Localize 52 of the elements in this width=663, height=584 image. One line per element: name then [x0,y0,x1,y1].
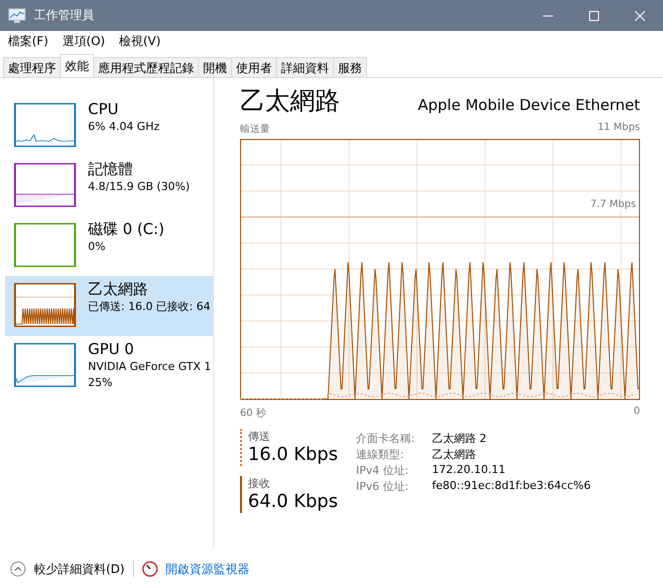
axis-max-label: 11 Mbps [598,122,640,135]
property-value: 乙太網路 2 [432,431,488,446]
tab[interactable]: 處理程序 [3,57,61,77]
menu-item[interactable]: 檢視(V) [119,32,161,50]
device-stats: 6% 4.04 GHz [88,119,160,135]
sidebar-item[interactable]: CPU 6% 4.04 GHz [5,96,213,156]
maximize-icon[interactable] [589,10,599,20]
device-name: 記憶體 [88,160,134,179]
device-name: GPU 0 [88,340,135,359]
property-label: IPv4 位址: [356,463,410,478]
device-stats: NVIDIA GeForce GTX 1 [88,359,212,375]
device-name: CPU [88,100,120,119]
gauge-icon [142,561,158,577]
fewer-details-button[interactable]: 較少詳細資料(D) [10,560,125,578]
tab[interactable]: 服務 [333,57,367,77]
device-stats: 0% [88,239,106,255]
property-value: 172.20.10.11 [432,463,506,478]
tab[interactable]: 使用者 [231,57,277,77]
sidebar-item[interactable]: 磁碟 0 (C:) 0% [5,216,213,276]
sidebar-item[interactable]: 乙太網路 已傳送: 16.0 已接收: 64 [5,276,213,336]
chevron-up-icon [10,561,26,577]
tab[interactable]: 開機 [198,57,232,77]
device-name: 磁碟 0 (C:) [88,220,164,239]
device-stats: 4.8/15.9 GB (30%) [88,179,190,195]
stat-label: 傳送 [248,429,271,444]
property-value: fe80::91ec:8d1f:be3:64cc%6 [432,479,591,494]
device-name: 乙太網路 [88,280,149,299]
detail-title: 乙太網路 [240,86,340,116]
monitor-chart-icon [8,8,26,24]
stat-value: 64.0 Kbps [248,491,339,513]
property-label: 介面卡名稱: [356,431,416,446]
property-value: 乙太網路 [432,447,477,462]
menu-item[interactable]: 檔案(F) [8,32,48,50]
menu-item[interactable]: 選項(O) [62,32,106,50]
reference-line-label: 7.7 Mbps [590,199,636,210]
time-span-label: 60 秒 [240,406,266,420]
property-label: 連線類型: [356,447,405,462]
window-title: 工作管理員 [34,7,94,24]
resource-monitor-link[interactable]: 開啟資源監視器 [142,560,250,578]
device-stats: 已傳送: 16.0 已接收: 64 [88,299,210,315]
property-label: IPv6 位址: [356,479,410,494]
stat-value: 16.0 Kbps [248,444,339,466]
device-model: Apple Mobile Device Ethernet [418,96,640,114]
graph-label: 輸送量 [240,123,270,136]
sidebar-item[interactable]: 記憶體 4.8/15.9 GB (30%) [5,156,213,216]
stat-label: 接收 [248,476,271,491]
time-end-label: 0 [634,406,640,419]
sidebar-item[interactable]: GPU 0 NVIDIA GeForce GTX 1 25% [5,336,213,396]
close-icon[interactable] [635,10,645,20]
device-stats: 25% [88,375,114,391]
tab[interactable]: 應用程式歷程記錄 [93,57,199,77]
tab[interactable]: 詳細資料 [276,57,334,77]
